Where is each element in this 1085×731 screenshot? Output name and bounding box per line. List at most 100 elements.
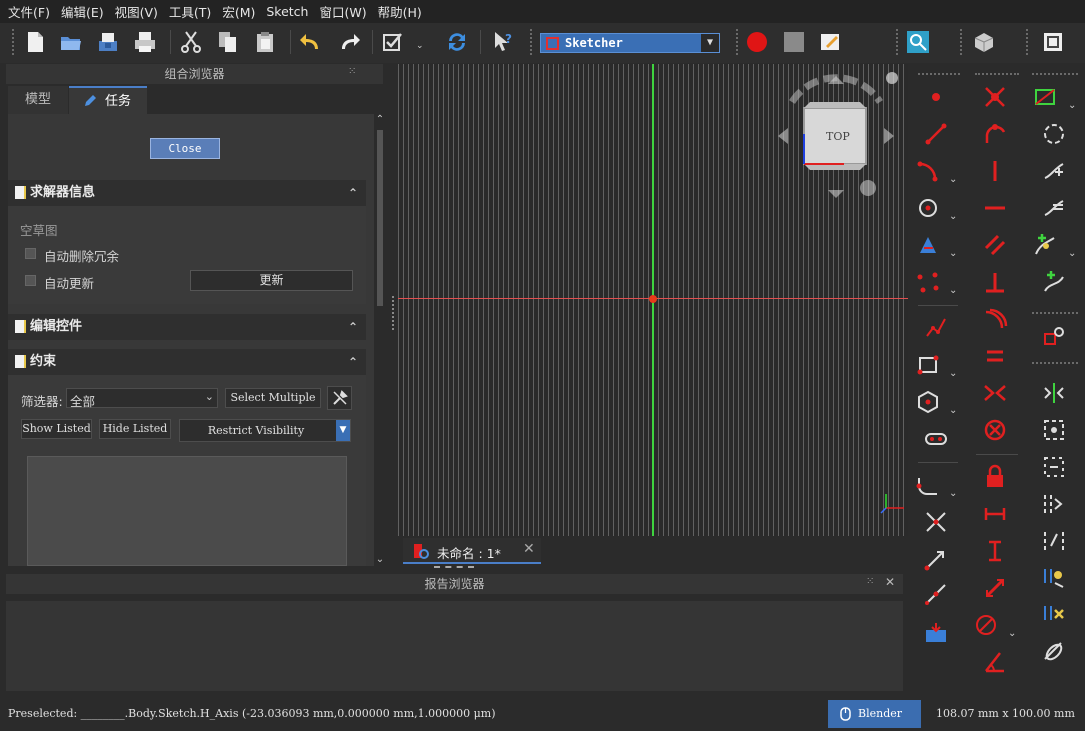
- menu-tools[interactable]: 工具(T): [165, 2, 215, 21]
- macro-edit-icon[interactable]: [818, 29, 844, 55]
- auto-update-checkbox[interactable]: [25, 275, 36, 286]
- constraint-equal-icon[interactable]: [982, 343, 1008, 369]
- rectangle-icon[interactable]: [915, 352, 941, 378]
- menu-sketch[interactable]: Sketch: [262, 4, 312, 19]
- collapse-caret-icon[interactable]: ⌃: [348, 314, 358, 340]
- constraint-perpendicular-icon[interactable]: [982, 269, 1008, 295]
- chevron-down-icon[interactable]: ⌄: [949, 248, 957, 259]
- toolbar-grip[interactable]: [530, 29, 534, 55]
- line-icon[interactable]: [923, 121, 949, 147]
- select-elements-icon[interactable]: [1041, 121, 1067, 147]
- chevron-down-icon[interactable]: ⌄: [949, 368, 957, 379]
- solver-section-header[interactable]: 求解器信息 ⌃: [8, 180, 366, 206]
- document-tab[interactable]: 未命名 : 1* ✕: [403, 538, 541, 564]
- navigation-style-button[interactable]: Blender: [828, 700, 921, 728]
- redo-icon[interactable]: [336, 29, 362, 55]
- chevron-down-icon[interactable]: ⌄: [1068, 100, 1076, 111]
- part-box-icon[interactable]: [971, 29, 997, 55]
- view-sketch-icon[interactable]: [1040, 29, 1066, 55]
- chevron-down-icon[interactable]: ⌄: [949, 488, 957, 499]
- macro-record-icon[interactable]: [744, 29, 770, 55]
- workbench-selector[interactable]: Sketcher ▼: [540, 33, 720, 53]
- origin-point[interactable]: [649, 295, 657, 303]
- extend-icon[interactable]: [923, 546, 949, 572]
- select-conflicting-icon[interactable]: [1041, 195, 1067, 221]
- tab-model[interactable]: 模型: [8, 86, 68, 114]
- chevron-down-icon[interactable]: ⌄: [949, 211, 957, 222]
- remove-axes-alignment-icon[interactable]: [1041, 639, 1067, 665]
- constraint-settings-button[interactable]: [327, 386, 352, 410]
- chevron-down-icon[interactable]: ⌄: [1008, 628, 1016, 639]
- toolbar-grip[interactable]: [1026, 29, 1030, 55]
- close-panel-icon[interactable]: ✕: [885, 575, 895, 589]
- scroll-down-icon[interactable]: ⌄: [375, 554, 385, 566]
- external-geometry-icon[interactable]: [923, 620, 949, 646]
- sketch-viewport[interactable]: TOP: [398, 64, 908, 536]
- trim-icon[interactable]: [923, 509, 949, 535]
- toolbar-grip[interactable]: [1032, 312, 1078, 315]
- constraint-coincident-icon[interactable]: [982, 84, 1008, 110]
- constraint-symmetric-icon[interactable]: [982, 380, 1008, 406]
- constraint-horizontal-distance-icon[interactable]: [982, 501, 1008, 527]
- toggle-construction-icon[interactable]: [1032, 84, 1058, 110]
- menu-macro[interactable]: 宏(M): [218, 2, 259, 21]
- constraint-vertical-distance-icon[interactable]: [982, 538, 1008, 564]
- refresh-checkbox-icon[interactable]: [380, 29, 406, 55]
- menu-view[interactable]: 视图(V): [111, 2, 162, 21]
- chevron-down-icon[interactable]: ⌄: [949, 285, 957, 296]
- whats-this-icon[interactable]: ?: [490, 29, 516, 55]
- copy-icon[interactable]: [215, 29, 241, 55]
- move-geometry-icon[interactable]: [1041, 491, 1067, 517]
- print-icon[interactable]: [132, 29, 158, 55]
- restrict-visibility-button[interactable]: Restrict Visibility ▼: [179, 419, 351, 442]
- open-folder-icon[interactable]: [58, 29, 84, 55]
- chevron-down-icon[interactable]: ⌄: [205, 390, 214, 403]
- bspline-icon[interactable]: [915, 269, 941, 295]
- float-panel-icon[interactable]: ⁙: [866, 576, 874, 587]
- close-button[interactable]: Close: [150, 138, 220, 159]
- filter-dropdown[interactable]: 全部 ⌄: [66, 388, 218, 409]
- select-redundant-icon[interactable]: [1041, 158, 1067, 184]
- constraint-block-icon[interactable]: [982, 417, 1008, 443]
- navcube-face-label[interactable]: TOP: [826, 130, 850, 143]
- split-icon[interactable]: [923, 583, 949, 609]
- constraint-lock-icon[interactable]: [982, 464, 1008, 490]
- toolbar-grip[interactable]: [896, 29, 900, 55]
- undo-icon[interactable]: [298, 29, 324, 55]
- collapse-caret-icon[interactable]: ⌃: [348, 349, 358, 375]
- insert-knot-icon[interactable]: [1032, 232, 1058, 258]
- conic-icon[interactable]: [915, 232, 941, 258]
- toolbar-grip[interactable]: [736, 29, 740, 55]
- scroll-thumb[interactable]: [377, 130, 383, 306]
- chevron-down-icon[interactable]: ⌄: [1068, 248, 1076, 259]
- chevron-down-icon[interactable]: ⌄: [416, 41, 424, 51]
- symmetry-icon[interactable]: [1041, 380, 1067, 406]
- scroll-up-icon[interactable]: ⌃: [375, 114, 385, 126]
- chevron-down-icon[interactable]: ⌄: [949, 405, 957, 416]
- copy-geometry-icon[interactable]: [1041, 454, 1067, 480]
- macro-stop-icon[interactable]: [781, 29, 807, 55]
- close-tab-icon[interactable]: ✕: [523, 541, 535, 557]
- toolbar-grip[interactable]: [12, 29, 16, 55]
- constraint-parallel-icon[interactable]: [982, 232, 1008, 258]
- toolbar-grip[interactable]: [1032, 362, 1078, 365]
- polygon-icon[interactable]: [915, 389, 941, 415]
- constraints-section-header[interactable]: 约束 ⌃: [8, 349, 366, 375]
- float-panel-icon[interactable]: ⁙: [348, 66, 356, 77]
- splitter-handle[interactable]: [434, 566, 474, 569]
- panel-scrollbar[interactable]: ⌃ ⌄: [375, 114, 385, 566]
- select-multiple-button[interactable]: Select Multiple: [225, 388, 321, 408]
- point-icon[interactable]: [923, 84, 949, 110]
- polyline-icon[interactable]: [923, 315, 949, 341]
- constraint-distance-icon[interactable]: [982, 575, 1008, 601]
- view-fit-icon[interactable]: [905, 29, 931, 55]
- hide-listed-button[interactable]: Hide Listed: [99, 419, 171, 439]
- delete-all-geometry-icon[interactable]: [1041, 565, 1067, 591]
- menu-file[interactable]: 文件(F): [4, 2, 54, 21]
- cut-icon[interactable]: [178, 29, 204, 55]
- circle-icon[interactable]: [915, 195, 941, 221]
- delete-all-constraints-icon[interactable]: [1041, 602, 1067, 628]
- constraint-angle-icon[interactable]: [982, 649, 1008, 675]
- constraint-list[interactable]: [27, 456, 347, 566]
- toolbar-grip[interactable]: [1032, 73, 1078, 76]
